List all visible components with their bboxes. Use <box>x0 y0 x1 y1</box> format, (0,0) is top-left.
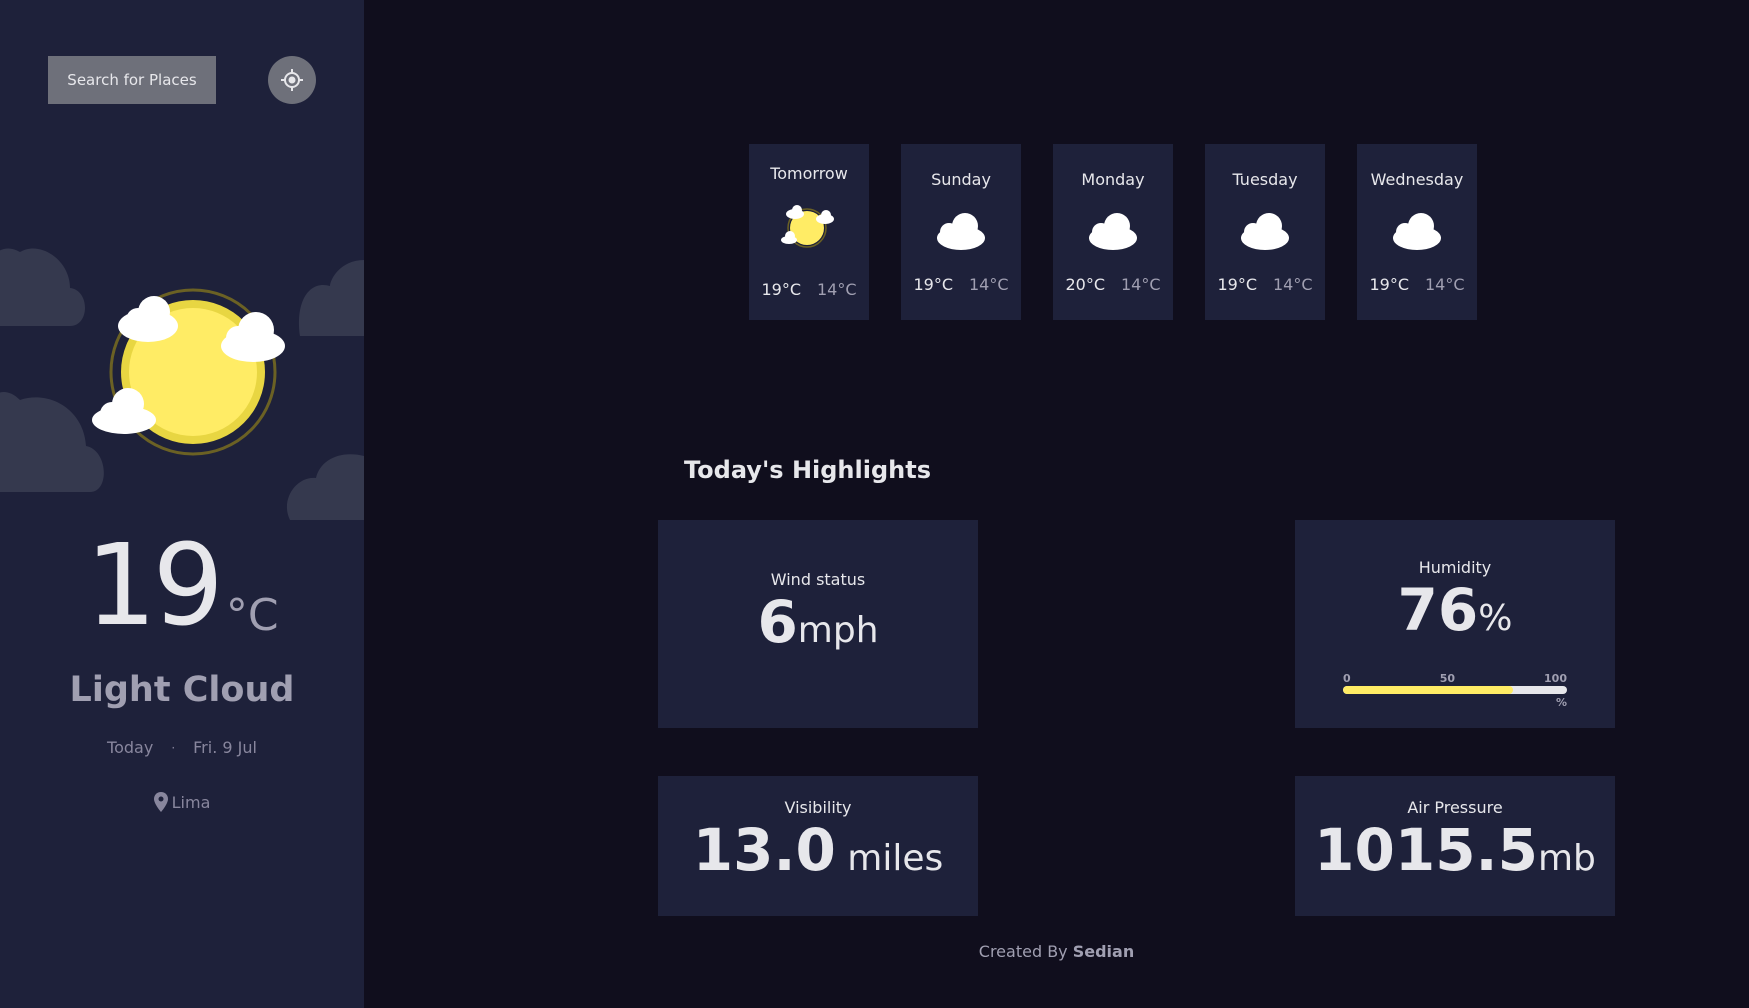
weather-condition: Light Cloud <box>69 670 295 710</box>
cloud-icon <box>1089 213 1137 250</box>
forecast-card: Tuesday 19°C 14°C <box>1205 144 1325 320</box>
air-pressure-number: 1015.5 <box>1314 816 1538 884</box>
air-pressure-label: Air Pressure <box>1407 798 1503 817</box>
air-pressure-unit: mb <box>1537 838 1596 879</box>
forecast-max-temp: 20°C <box>1065 275 1105 294</box>
wind-speed: 6 <box>757 588 798 656</box>
forecast-min-temp: 14°C <box>817 280 857 299</box>
forecast-temps: 19°C 14°C <box>1205 275 1325 294</box>
visibility-unit: miles <box>835 838 944 879</box>
date-separator: · <box>171 740 176 755</box>
forecast-temps: 19°C 14°C <box>901 275 1021 294</box>
forecast-card: Sunday 19°C 14°C <box>901 144 1021 320</box>
date-row: Today · Fri. 9 Jul <box>0 738 364 757</box>
forecast-card: Tomorrow 19°C 14°C <box>749 144 869 320</box>
forecast-max-temp: 19°C <box>1369 275 1409 294</box>
highlights-title: Today's Highlights <box>684 456 931 484</box>
air-pressure-value: 1015.5 mb <box>1295 816 1615 884</box>
forecast-temps: 19°C 14°C <box>1357 275 1477 294</box>
forecast-day: Wednesday <box>1370 170 1464 189</box>
current-location-button[interactable] <box>268 56 316 104</box>
wind-status-value: 6 mph <box>658 588 978 656</box>
forecast-day: Tomorrow <box>770 164 848 183</box>
cloud-icon <box>1241 213 1289 250</box>
air-pressure-card: Air Pressure 1015.5 mb <box>1295 776 1615 916</box>
wind-status-card: Wind status 6 mph <box>658 520 978 728</box>
current-temperature-value: 19 <box>85 521 224 651</box>
today-label: Today <box>107 738 154 757</box>
light-cloud-icon <box>781 205 834 248</box>
current-date: Fri. 9 Jul <box>193 738 257 757</box>
visibility-label: Visibility <box>784 798 852 817</box>
current-temperature: 19 °C <box>0 530 364 642</box>
visibility-card: Visibility 13.0 miles <box>658 776 978 916</box>
forecast-min-temp: 14°C <box>1273 275 1313 294</box>
footer-prefix: Created By <box>978 942 1073 961</box>
sidebar: Search for Places 19 °C Light Cloud Toda… <box>0 0 364 1008</box>
humidity-value: 76 % <box>1295 576 1615 644</box>
visibility-value: 13.0 miles <box>658 816 978 884</box>
forecast-temps: 20°C 14°C <box>1053 275 1173 294</box>
location: Lima <box>0 792 364 812</box>
visibility-number: 13.0 <box>692 816 836 884</box>
humidity-progress-bar <box>1343 686 1567 694</box>
cloud-icon <box>1393 213 1441 250</box>
wind-status-label: Wind status <box>770 570 866 589</box>
forecast-min-temp: 14°C <box>1425 275 1465 294</box>
forecast-temps: 19°C 14°C <box>749 280 869 299</box>
light-cloud-weather-icon <box>92 288 285 456</box>
forecast-max-temp: 19°C <box>761 280 801 299</box>
forecast-day: Tuesday <box>1232 170 1298 189</box>
humidity-scale-max: 100 <box>1544 672 1567 685</box>
humidity-label: Humidity <box>1418 558 1492 577</box>
forecast-min-temp: 14°C <box>969 275 1009 294</box>
footer-author: Sedian <box>1072 942 1135 961</box>
humidity-unit: % <box>1478 598 1513 639</box>
forecast-card: Wednesday 19°C 14°C <box>1357 144 1477 320</box>
location-pin-icon <box>153 792 168 812</box>
footer: Created By Sedian <box>364 942 1749 961</box>
wind-unit: mph <box>797 610 879 651</box>
forecast-card: Monday 20°C 14°C <box>1053 144 1173 320</box>
humidity-scale-min: 0 <box>1343 672 1351 685</box>
forecast-day: Monday <box>1081 170 1145 189</box>
humidity-scale: 0 50 100 <box>1343 672 1567 685</box>
cloud-icon <box>937 213 985 250</box>
humidity-scale-mid: 50 <box>1439 672 1455 685</box>
forecast-max-temp: 19°C <box>1217 275 1257 294</box>
humidity-card: Humidity 76 % 0 50 100 % <box>1295 520 1615 728</box>
forecast-day: Sunday <box>931 170 991 189</box>
gps-target-icon <box>281 69 303 91</box>
humidity-progress-fill <box>1343 686 1514 694</box>
current-temperature-unit: °C <box>225 590 279 641</box>
forecast-max-temp: 19°C <box>913 275 953 294</box>
forecast-min-temp: 14°C <box>1121 275 1161 294</box>
search-places-button[interactable]: Search for Places <box>48 56 216 104</box>
humidity-number: 76 <box>1397 576 1479 644</box>
location-name: Lima <box>171 792 211 812</box>
humidity-scale-unit: % <box>1555 696 1567 709</box>
